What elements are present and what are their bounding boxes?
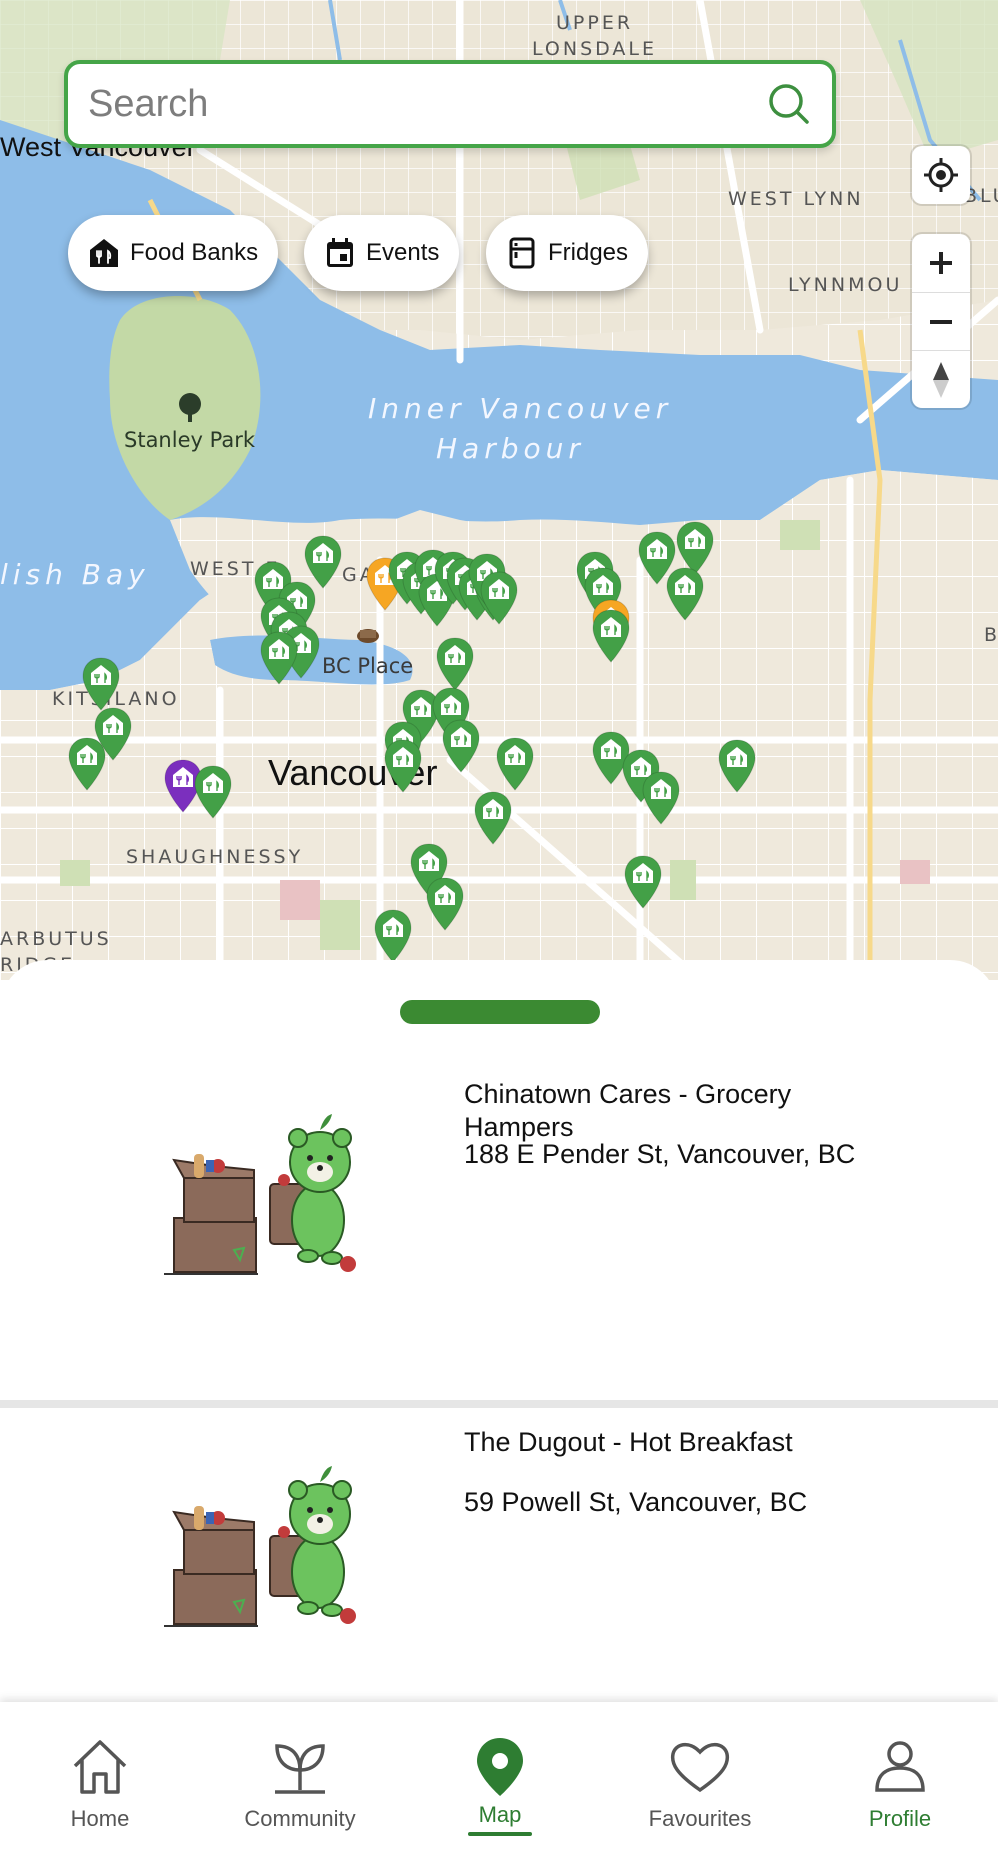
map-label-burnaby: B (984, 624, 998, 646)
person-icon (875, 1741, 925, 1792)
zoom-out-button[interactable] (912, 292, 970, 350)
plus-icon (930, 252, 952, 274)
sprout-icon (275, 1744, 325, 1794)
nav-label: Map (478, 1802, 522, 1827)
nav-label: Community (244, 1806, 356, 1831)
locate-me-button[interactable] (912, 146, 970, 204)
food-bank-map-pin[interactable] (258, 630, 300, 686)
map-label-harbour: Harbour (436, 432, 585, 465)
listing-address: 188 E Pender St, Vancouver, BC (464, 1139, 856, 1169)
listing-divider (0, 1400, 998, 1408)
map-label-lynnmou: LYNNMOU (788, 274, 903, 296)
filter-chip-label: Events (366, 239, 440, 266)
filter-chip-food-banks[interactable]: Food Banks (68, 215, 279, 291)
fridge-icon (509, 237, 535, 269)
nav-item-profile[interactable]: Profile (800, 1702, 998, 1860)
food-bank-map-pin[interactable] (640, 770, 682, 826)
listing-title: Chinatown Cares - Grocery Hampers (464, 1079, 792, 1142)
food-bank-map-pin[interactable] (80, 656, 122, 712)
food-bank-map-pin[interactable] (664, 566, 706, 622)
food-bank-map-pin[interactable] (590, 608, 632, 664)
food-bank-map-pin[interactable] (434, 636, 476, 692)
listing-title: The Dugout - Hot Breakfast (464, 1427, 793, 1457)
nav-label: Home (70, 1806, 130, 1831)
food-bank-map-pin[interactable] (478, 570, 520, 626)
filter-chip-events[interactable]: Events (304, 215, 460, 291)
results-sheet: Chinatown Cares - Grocery Hampers 188 E … (0, 960, 998, 1700)
zoom-controls (912, 234, 970, 408)
food-bank-map-pin[interactable] (192, 764, 234, 820)
food-bank-map-pin[interactable] (622, 854, 664, 910)
map-label-stanley-park: Stanley Park (124, 428, 255, 452)
food-bank-map-pin[interactable] (92, 706, 134, 762)
filter-chip-label: Food Banks (130, 239, 259, 266)
food-bank-icon (90, 239, 118, 267)
map-label-shaughnessy: SHAUGHNESSY (126, 846, 304, 868)
listing-card[interactable]: The Dugout - Hot Breakfast 59 Powell St,… (0, 1408, 998, 1700)
map-label-upper: UPPER (556, 12, 634, 34)
map-pin-icon (477, 1738, 523, 1796)
heart-icon (670, 1742, 730, 1793)
bottom-navigation: Home Community Map Favourites Profile (0, 1702, 998, 1860)
map-label-west-lynn: WEST LYNN (728, 188, 864, 210)
compass-icon (933, 361, 949, 398)
search-icon[interactable] (766, 81, 812, 127)
food-bank-map-pin[interactable] (716, 738, 758, 794)
food-bank-map-pin[interactable] (440, 718, 482, 774)
map-label-bc-place: BC Place (322, 654, 414, 678)
crosshair-icon (912, 146, 970, 204)
food-bank-map-pin[interactable] (382, 738, 424, 794)
listing-address: 59 Powell St, Vancouver, BC (464, 1487, 808, 1517)
listing-card[interactable]: Chinatown Cares - Grocery Hampers 188 E … (0, 1060, 998, 1390)
calendar-icon (327, 238, 353, 267)
active-tab-indicator (468, 1832, 532, 1836)
map-view[interactable]: UPPER LONSDALE West Vancouver WEST LYNN … (0, 0, 998, 980)
nav-item-map[interactable]: Map (400, 1702, 600, 1860)
map-label-inner-vancouver: Inner Vancouver (368, 392, 673, 425)
nav-item-favourites[interactable]: Favourites (600, 1702, 800, 1860)
map-label-arbutus: ARBUTUS (0, 928, 112, 950)
search-input[interactable] (88, 82, 766, 126)
sheet-drag-handle[interactable] (400, 1000, 600, 1024)
compass-button[interactable] (912, 350, 970, 408)
food-bank-map-pin[interactable] (372, 908, 414, 964)
map-label-english-bay: lish Bay (0, 558, 150, 591)
bear-grocery-illustration (164, 1114, 356, 1275)
bear-grocery-illustration (164, 1466, 356, 1627)
food-bank-map-pin[interactable] (424, 876, 466, 932)
map-label-lonsdale: LONSDALE (532, 38, 658, 60)
nav-item-home[interactable]: Home (0, 1702, 200, 1860)
nav-label: Profile (868, 1806, 932, 1831)
zoom-in-button[interactable] (912, 234, 970, 292)
search-bar[interactable] (64, 60, 836, 148)
food-bank-map-pin[interactable] (494, 736, 536, 792)
nav-item-community[interactable]: Community (200, 1702, 400, 1860)
minus-icon (930, 319, 952, 324)
filter-chip-label: Fridges (548, 239, 629, 266)
food-bank-map-pin[interactable] (472, 790, 514, 846)
filter-chip-fridges[interactable]: Fridges (486, 215, 649, 291)
nav-label: Favourites (648, 1806, 752, 1831)
home-icon (73, 1740, 127, 1794)
